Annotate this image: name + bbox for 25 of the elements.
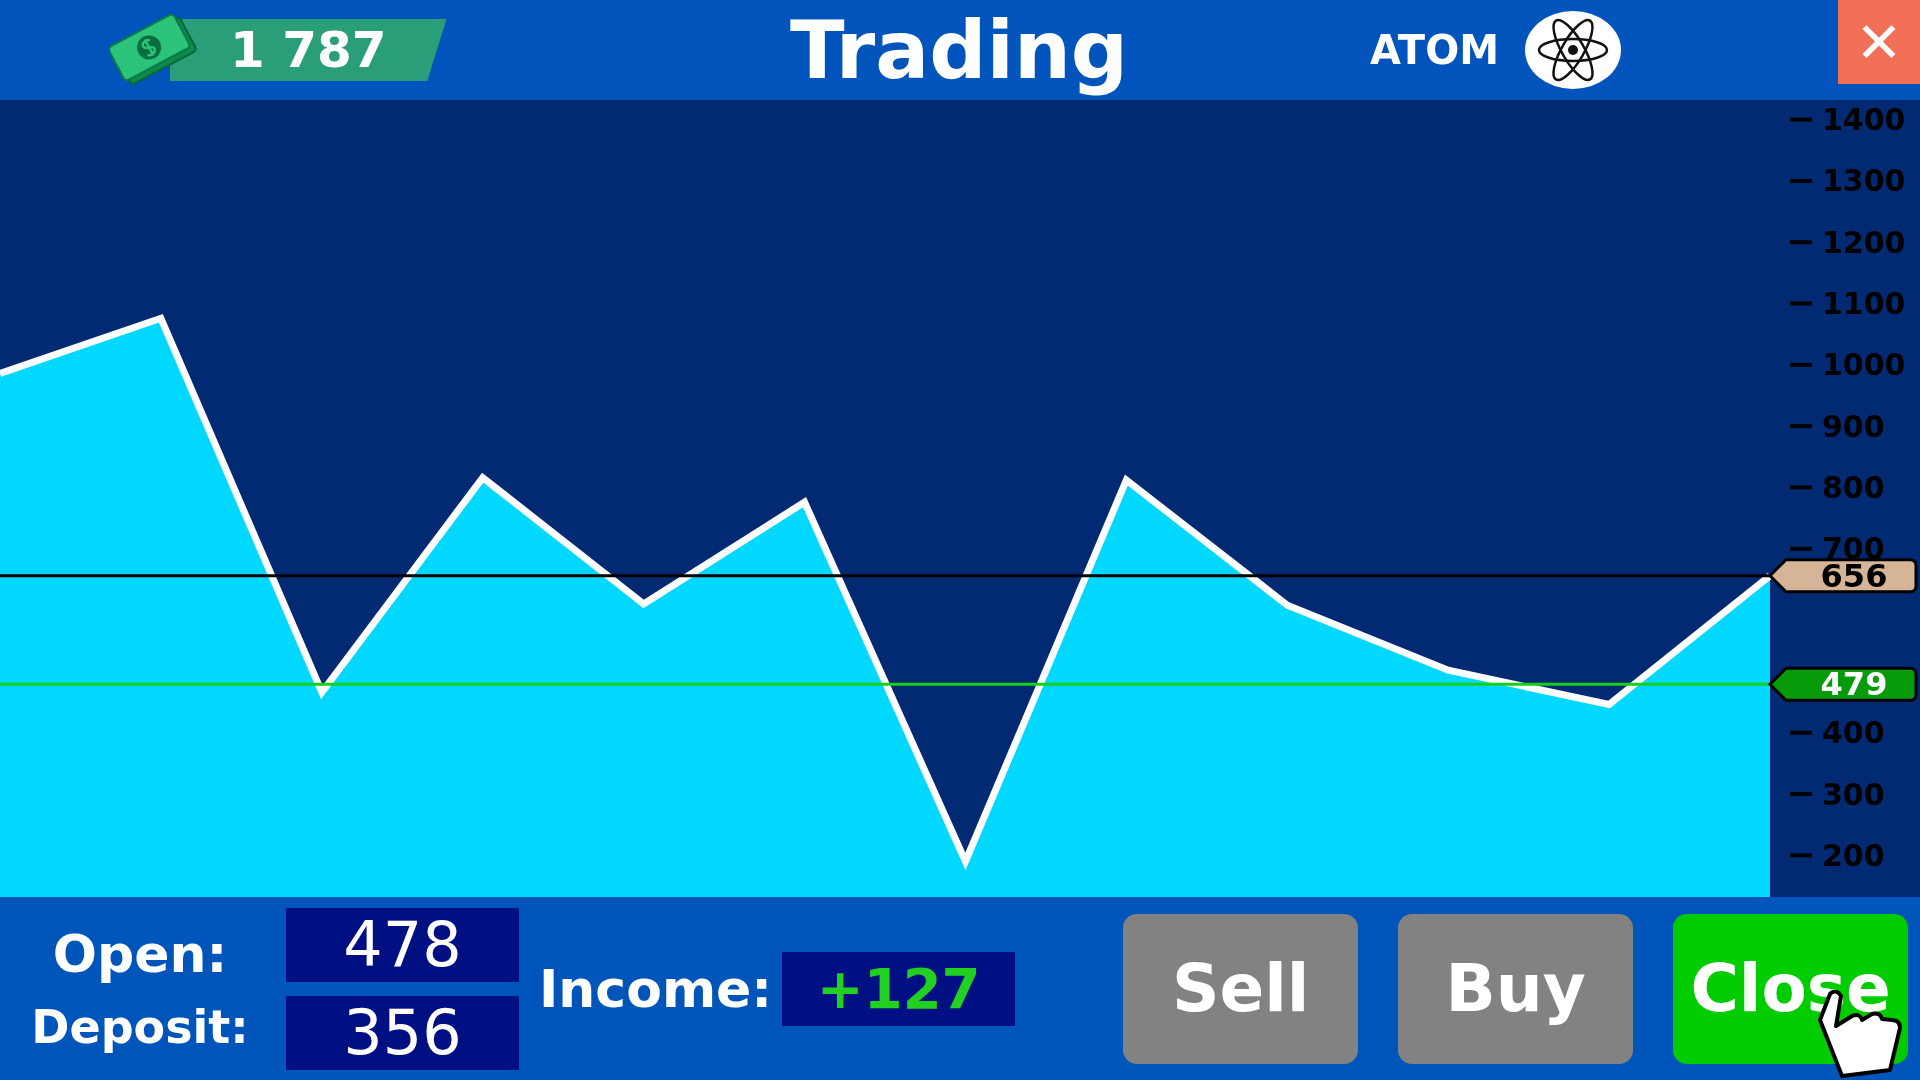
y-tick-label: 400 xyxy=(1822,715,1885,751)
y-tick-label: 800 xyxy=(1822,469,1885,505)
y-tick-label: 1400 xyxy=(1822,102,1906,138)
asset-name: ATOM xyxy=(1370,27,1499,73)
y-tick-label: 1100 xyxy=(1822,286,1906,322)
income-value: +127 xyxy=(782,951,1016,1026)
y-tick-label: 1300 xyxy=(1822,163,1906,199)
deposit-value: 356 xyxy=(286,995,519,1070)
balance-value: 1 787 xyxy=(170,19,447,81)
price-tag: 479 xyxy=(1768,665,1918,704)
open-value: 478 xyxy=(286,907,519,982)
buy-button[interactable]: Buy xyxy=(1398,913,1634,1064)
y-tick-label: 1200 xyxy=(1822,224,1906,260)
y-tick-label: 300 xyxy=(1822,776,1885,812)
screen-title: Trading xyxy=(790,3,1130,97)
deposit-label: Deposit: xyxy=(31,999,249,1054)
y-tick-label: 1000 xyxy=(1822,347,1906,383)
income-label: Income: xyxy=(539,958,773,1019)
sell-button[interactable]: Sell xyxy=(1123,913,1359,1064)
atom-icon xyxy=(1522,10,1623,90)
ref-line-label: 479 xyxy=(1820,665,1888,704)
open-label: Open: xyxy=(52,923,228,984)
y-tick-label: 200 xyxy=(1822,837,1885,873)
close-icon[interactable]: ✕ xyxy=(1838,0,1920,84)
y-tick-label: 900 xyxy=(1822,408,1885,444)
